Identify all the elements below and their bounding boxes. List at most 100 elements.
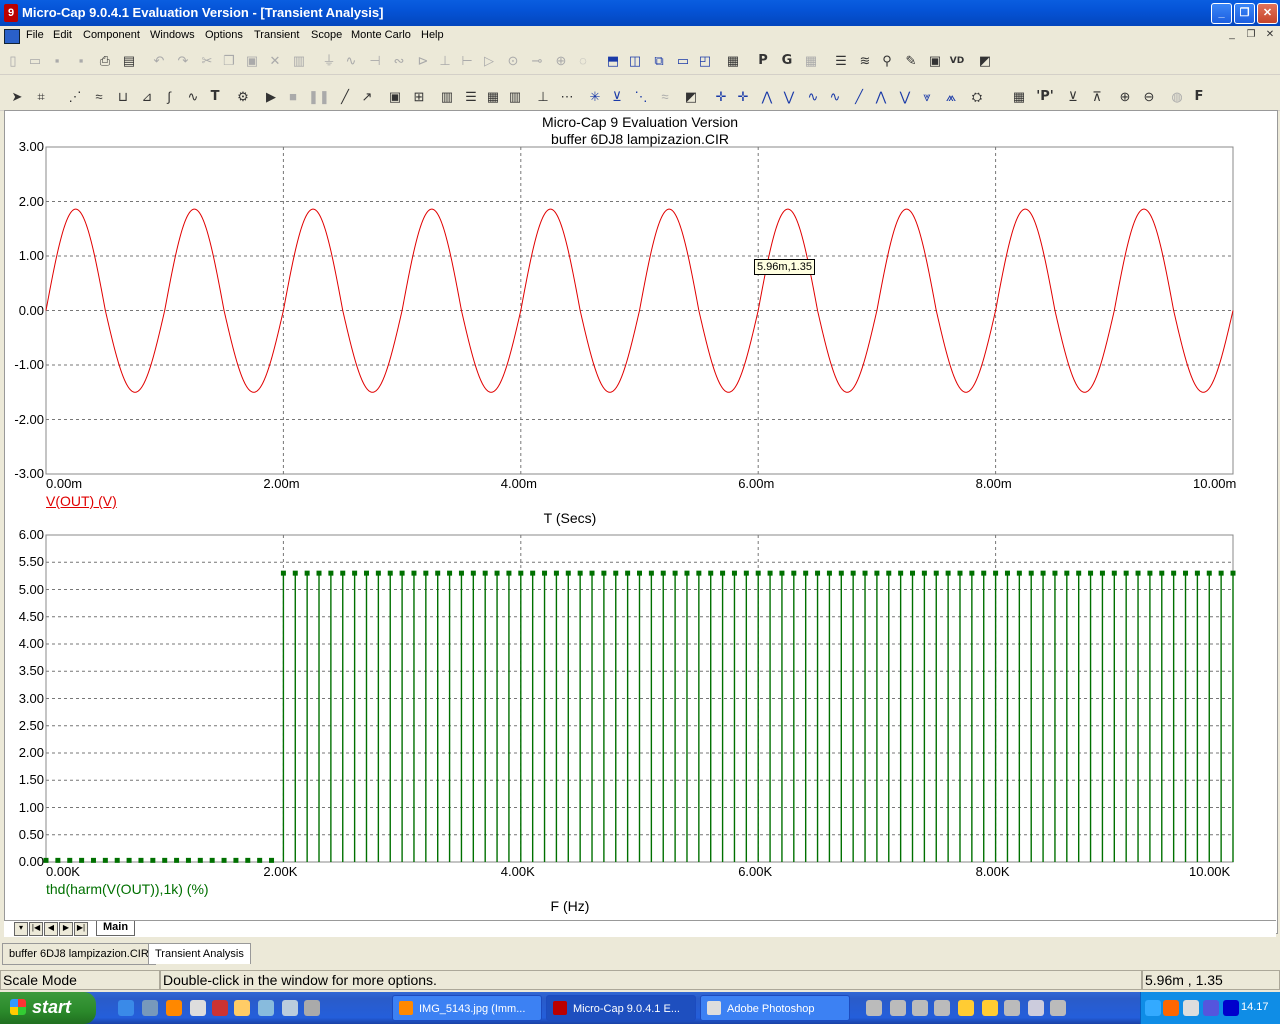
explorer-icon[interactable] — [258, 1000, 274, 1016]
upper-x-tick: 4.00m — [500, 476, 537, 491]
tray-icon-2[interactable] — [1183, 1000, 1199, 1016]
task-photoshop[interactable]: Adobe Photoshop — [700, 995, 850, 1021]
thd-point — [542, 570, 548, 576]
thd-point — [981, 570, 987, 576]
drive-icon-5[interactable] — [1004, 1000, 1020, 1016]
lower-trace-label[interactable]: thd(harm(V(OUT)),1k) (%) — [46, 881, 209, 897]
thd-point — [340, 570, 346, 576]
thd-point — [67, 857, 73, 863]
upper-y-tick: -3.00 — [14, 466, 44, 481]
thd-point — [803, 570, 809, 576]
thd-point — [518, 570, 524, 576]
drive-icon-1[interactable] — [866, 1000, 882, 1016]
lower-y-tick: 3.00 — [18, 690, 44, 706]
thd-point — [79, 857, 85, 863]
thd-point — [280, 570, 286, 576]
thd-point — [601, 570, 607, 576]
thd-point — [613, 570, 619, 576]
page-prev-icon[interactable]: ◀ — [44, 922, 58, 936]
task-image-viewer[interactable]: IMG_5143.jpg (Imm... — [392, 995, 542, 1021]
tray-play-icon[interactable] — [1223, 1000, 1239, 1016]
thd-point — [755, 570, 761, 576]
drive-icon-3[interactable] — [912, 1000, 928, 1016]
lower-y-tick: 2.00 — [18, 745, 44, 760]
messenger-icon[interactable] — [234, 1000, 250, 1016]
thd-point — [150, 857, 156, 863]
upper-y-tick: -2.00 — [14, 411, 44, 427]
thd-point — [708, 570, 714, 576]
task-microcap[interactable]: Micro-Cap 9.0.4.1 E... — [546, 995, 696, 1021]
drive-icon-4[interactable] — [934, 1000, 950, 1016]
upper-x-tick: 2.00m — [263, 476, 300, 491]
lower-y-tick: 5.00 — [18, 581, 44, 597]
thd-point — [933, 570, 939, 576]
folder-icon-1[interactable] — [958, 1000, 974, 1016]
thd-point — [767, 570, 773, 576]
lower-y-tick: 0.50 — [18, 826, 44, 842]
upper-y-tick: -1.00 — [14, 357, 44, 372]
document-tray-icon[interactable] — [1028, 1000, 1044, 1016]
thd-point — [625, 570, 631, 576]
upper-x-tick: 8.00m — [975, 476, 1012, 491]
lower-trace — [43, 570, 1236, 863]
thd-point — [304, 570, 310, 576]
tab-main[interactable]: Main — [96, 921, 136, 936]
tray-arrow-icon[interactable] — [1145, 1000, 1161, 1016]
firefox-icon[interactable] — [166, 1000, 182, 1016]
upper-x-tick: 10.00m — [1193, 476, 1237, 491]
cursor-tooltip: 5.96m,1.35 — [754, 259, 816, 275]
desktop-icon[interactable] — [142, 1000, 158, 1016]
tab-transient-analysis[interactable]: Transient Analysis — [148, 943, 251, 964]
drive-icon-2[interactable] — [890, 1000, 906, 1016]
thd-point — [672, 570, 678, 576]
firefox-task-icon — [399, 1001, 413, 1015]
thd-point — [233, 857, 239, 863]
page-tab-bar: ▾ |◀ ◀ ▶ ▶| Main — [4, 920, 1276, 937]
thd-point — [506, 570, 512, 576]
thd-point — [660, 570, 666, 576]
network-icon[interactable] — [282, 1000, 298, 1016]
page-start-icon[interactable]: |◀ — [29, 922, 43, 936]
thd-point — [1123, 570, 1129, 576]
tab-schematic[interactable]: buffer 6DJ8 lampizazion.CIR — [2, 943, 156, 965]
page-end-icon[interactable]: ▶| — [74, 922, 88, 936]
thd-point — [696, 570, 702, 576]
lower-x-tick: 6.00K — [738, 864, 773, 879]
tray-icon-1[interactable] — [1163, 1000, 1179, 1016]
upper-trace-label[interactable]: V(OUT) (V) — [46, 493, 117, 509]
lower-y-tick: 0.00 — [18, 854, 44, 869]
thd-point — [862, 570, 868, 576]
tray-icon-3[interactable] — [1203, 1000, 1219, 1016]
thd-point — [1004, 570, 1010, 576]
quicklaunch-shield-icon[interactable] — [304, 1000, 320, 1016]
thd-point — [577, 570, 583, 576]
windows-logo-icon — [10, 999, 26, 1015]
thd-point — [55, 857, 61, 863]
page-next-icon[interactable]: ▶ — [59, 922, 73, 936]
folder-icon-2[interactable] — [982, 1000, 998, 1016]
thd-point — [969, 570, 975, 576]
status-cursor: 5.96m , 1.35 — [1142, 970, 1280, 990]
thd-point — [1052, 570, 1058, 576]
upper-x-label: T (Secs) — [543, 510, 597, 526]
taskbar: start IMG_5143.jpg (Imm... Micro-Cap 9.0… — [0, 992, 1280, 1024]
thd-point — [1028, 570, 1034, 576]
thd-point — [791, 570, 797, 576]
thd-point — [316, 570, 322, 576]
thd-point — [637, 570, 642, 576]
ie-icon[interactable] — [118, 1000, 134, 1016]
media-player-icon[interactable] — [190, 1000, 206, 1016]
thd-point — [114, 857, 120, 863]
thd-point — [1206, 570, 1212, 576]
start-button[interactable]: start — [0, 992, 96, 1024]
printer-icon[interactable] — [1050, 1000, 1066, 1016]
lower-y-tick: 4.50 — [18, 608, 44, 624]
thd-point — [648, 570, 654, 576]
lower-y-tick: 1.50 — [18, 772, 44, 788]
first-page-icon[interactable]: ▾ — [14, 922, 28, 936]
quicklaunch-red-icon[interactable] — [212, 1000, 228, 1016]
system-tray: 14.17 — [1140, 992, 1280, 1024]
thd-point — [458, 570, 464, 576]
thd-point — [162, 857, 168, 863]
thd-point — [684, 570, 690, 576]
